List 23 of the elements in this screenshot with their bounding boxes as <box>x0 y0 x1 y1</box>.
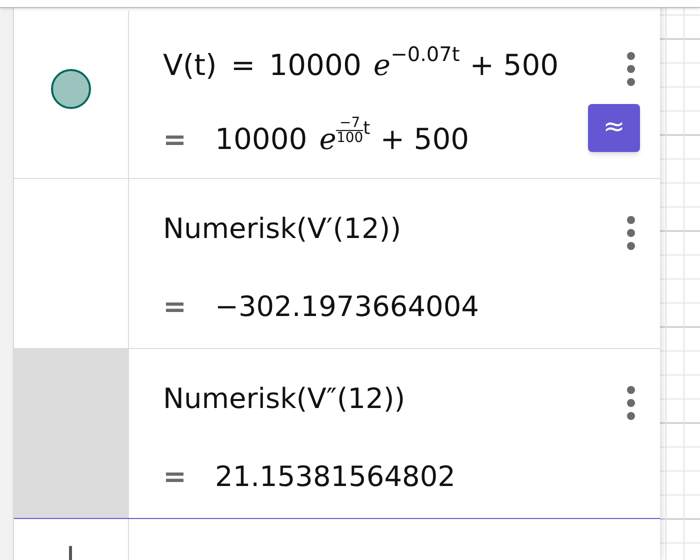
coefficient: 10000 <box>215 125 308 154</box>
equals-sign: = <box>163 126 188 154</box>
exponential-base: e <box>373 51 391 80</box>
approximate-button[interactable]: ≈ <box>588 104 640 152</box>
constant-term: + 500 <box>470 51 559 80</box>
exponent-variable: t <box>363 120 370 138</box>
equals-sign: = <box>163 293 188 321</box>
command-input[interactable]: Numerisk(V′(12)) <box>163 215 402 243</box>
fraction-numerator: −7 <box>339 116 360 130</box>
function-name: V(t) <box>163 51 217 80</box>
result-value: 21.15381564802 <box>215 463 456 491</box>
fraction-denominator: 100 <box>336 130 364 145</box>
exponent: −0.07t <box>390 44 460 64</box>
coefficient: 10000 <box>269 51 362 80</box>
result-value: −302.1973664004 <box>215 293 479 321</box>
command-input[interactable]: Numerisk(V″(12)) <box>163 385 406 413</box>
more-options-icon[interactable] <box>626 51 636 87</box>
more-options-icon[interactable] <box>626 215 636 251</box>
equals-sign: = <box>163 463 188 491</box>
equals-sign: = <box>230 51 256 80</box>
constant-term: + 500 <box>380 125 470 154</box>
more-options-icon[interactable] <box>626 385 636 421</box>
exponential-base: e <box>319 125 336 154</box>
